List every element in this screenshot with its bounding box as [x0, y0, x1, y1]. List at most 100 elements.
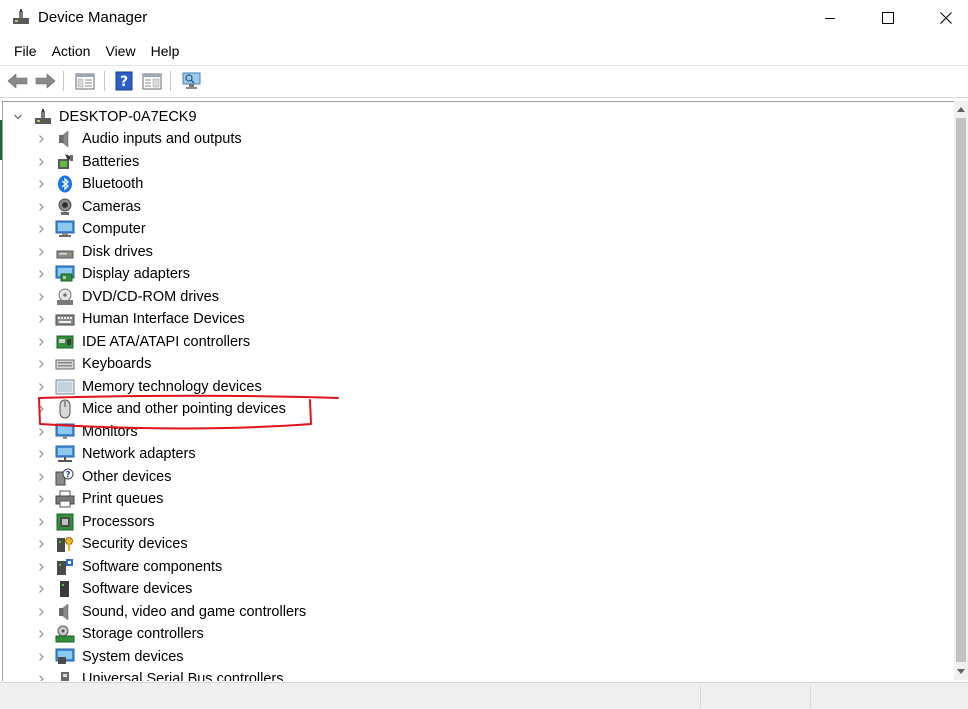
tree-item[interactable]: Bluetooth	[3, 173, 943, 195]
tree-item[interactable]: Processors	[3, 511, 943, 533]
chevron-right-icon[interactable]	[36, 584, 46, 594]
chevron-down-icon[interactable]	[13, 112, 23, 122]
title-bar[interactable]: Device Manager	[0, 0, 968, 36]
chevron-right-icon[interactable]	[36, 157, 46, 167]
tree-item[interactable]: Audio inputs and outputs	[3, 128, 943, 150]
status-panel	[700, 686, 811, 708]
tree-item[interactable]: Monitors	[3, 421, 943, 443]
chevron-right-icon[interactable]	[36, 269, 46, 279]
forward-icon[interactable]	[33, 70, 57, 92]
disk-drive-icon	[55, 242, 75, 262]
svg-text:?: ?	[120, 74, 128, 90]
chevron-right-icon[interactable]	[36, 539, 46, 549]
security-device-icon	[55, 534, 75, 554]
menu-action[interactable]: Action	[45, 40, 98, 64]
tree-item[interactable]: Cameras	[3, 196, 943, 218]
properties-icon[interactable]	[140, 70, 164, 92]
chevron-right-icon[interactable]	[36, 382, 46, 392]
tree-item[interactable]: Batteries	[3, 151, 943, 173]
show-hide-console-tree-icon[interactable]	[73, 70, 97, 92]
tree-item[interactable]: Computer	[3, 218, 943, 240]
tree-item[interactable]: Network adapters	[3, 443, 943, 465]
keyboard-icon	[55, 354, 75, 374]
chevron-right-icon[interactable]	[36, 314, 46, 324]
tree-item[interactable]: Display adapters	[3, 263, 943, 285]
tree-item-label: Computer	[82, 221, 146, 237]
help-icon[interactable]: ?	[112, 70, 136, 92]
battery-icon	[55, 152, 75, 172]
vertical-scrollbar[interactable]	[954, 101, 968, 680]
chevron-right-icon[interactable]	[36, 472, 46, 482]
tree-item-label: Mice and other pointing devices	[82, 401, 286, 417]
tree-item-label: Network adapters	[82, 446, 196, 462]
tree-item[interactable]: System devices	[3, 646, 943, 668]
toolbar-separator	[104, 71, 105, 91]
mouse-icon	[55, 399, 75, 419]
tree-item[interactable]: Memory technology devices	[3, 376, 943, 398]
tree-item[interactable]: Print queues	[3, 488, 943, 510]
software-device-icon	[55, 579, 75, 599]
usb-icon	[55, 669, 75, 681]
scroll-down-arrow-icon[interactable]	[954, 664, 968, 680]
chevron-right-icon[interactable]	[36, 674, 46, 681]
chevron-right-icon[interactable]	[36, 652, 46, 662]
chevron-right-icon[interactable]	[36, 427, 46, 437]
tree-item-label: IDE ATA/ATAPI controllers	[82, 334, 251, 350]
status-bar	[0, 682, 968, 709]
chevron-right-icon[interactable]	[36, 134, 46, 144]
tree-item[interactable]: Software devices	[3, 578, 943, 600]
tree-item-label: Monitors	[82, 424, 138, 440]
back-icon[interactable]	[6, 70, 30, 92]
chevron-right-icon[interactable]	[36, 292, 46, 302]
scrollbar-thumb[interactable]	[956, 118, 966, 662]
tree-item[interactable]: Security devices	[3, 533, 943, 555]
bluetooth-icon	[55, 174, 75, 194]
chevron-right-icon[interactable]	[36, 359, 46, 369]
tree-item[interactable]: Disk drives	[3, 241, 943, 263]
chevron-right-icon[interactable]	[36, 337, 46, 347]
tree-item[interactable]: ? Other devices	[3, 466, 943, 488]
chevron-right-icon[interactable]	[36, 404, 46, 414]
tree-item-label: DVD/CD-ROM drives	[82, 289, 219, 305]
chevron-right-icon[interactable]	[36, 629, 46, 639]
printer-icon	[55, 489, 75, 509]
camera-icon	[55, 197, 75, 217]
minimize-button[interactable]	[800, 0, 860, 36]
tree-item-label: Security devices	[82, 536, 188, 552]
tree-item[interactable]: Mice and other pointing devices	[3, 398, 943, 420]
tree-root[interactable]: DESKTOP-0A7ECK9	[3, 106, 943, 128]
chevron-right-icon[interactable]	[36, 247, 46, 257]
tree-item[interactable]: Universal Serial Bus controllers	[3, 668, 943, 681]
toolbar: ?	[0, 66, 968, 96]
chevron-right-icon[interactable]	[36, 494, 46, 504]
close-button[interactable]	[916, 0, 968, 36]
tree-item-label: Disk drives	[82, 244, 153, 260]
chevron-right-icon[interactable]	[36, 607, 46, 617]
tree-item[interactable]: Sound, video and game controllers	[3, 601, 943, 623]
tree-item-label: Universal Serial Bus controllers	[82, 671, 284, 681]
tree-item[interactable]: Keyboards	[3, 353, 943, 375]
device-tree[interactable]: DESKTOP-0A7ECK9 Audio inputs and outputs…	[2, 101, 954, 681]
chevron-right-icon[interactable]	[36, 179, 46, 189]
tree-item[interactable]: Storage controllers	[3, 623, 943, 645]
chevron-right-icon[interactable]	[36, 449, 46, 459]
chevron-right-icon[interactable]	[36, 562, 46, 572]
tree-item[interactable]: Human Interface Devices	[3, 308, 943, 330]
sound-controller-icon	[55, 602, 75, 622]
menu-help[interactable]: Help	[144, 40, 187, 64]
chevron-right-icon[interactable]	[36, 202, 46, 212]
maximize-button[interactable]	[858, 0, 918, 36]
chevron-right-icon[interactable]	[36, 224, 46, 234]
tree-item-label: Display adapters	[82, 266, 190, 282]
tree-item[interactable]: IDE ATA/ATAPI controllers	[3, 331, 943, 353]
scan-hardware-icon[interactable]	[180, 70, 204, 92]
scroll-up-arrow-icon[interactable]	[954, 101, 968, 117]
toolbar-separator	[170, 71, 171, 91]
tree-item[interactable]: DVD/CD-ROM drives	[3, 286, 943, 308]
menu-file[interactable]: File	[7, 40, 44, 64]
menu-view[interactable]: View	[98, 40, 142, 64]
tree-item[interactable]: Software components	[3, 556, 943, 578]
speaker-icon	[55, 129, 75, 149]
chevron-right-icon[interactable]	[36, 517, 46, 527]
monitor-icon	[55, 422, 75, 442]
